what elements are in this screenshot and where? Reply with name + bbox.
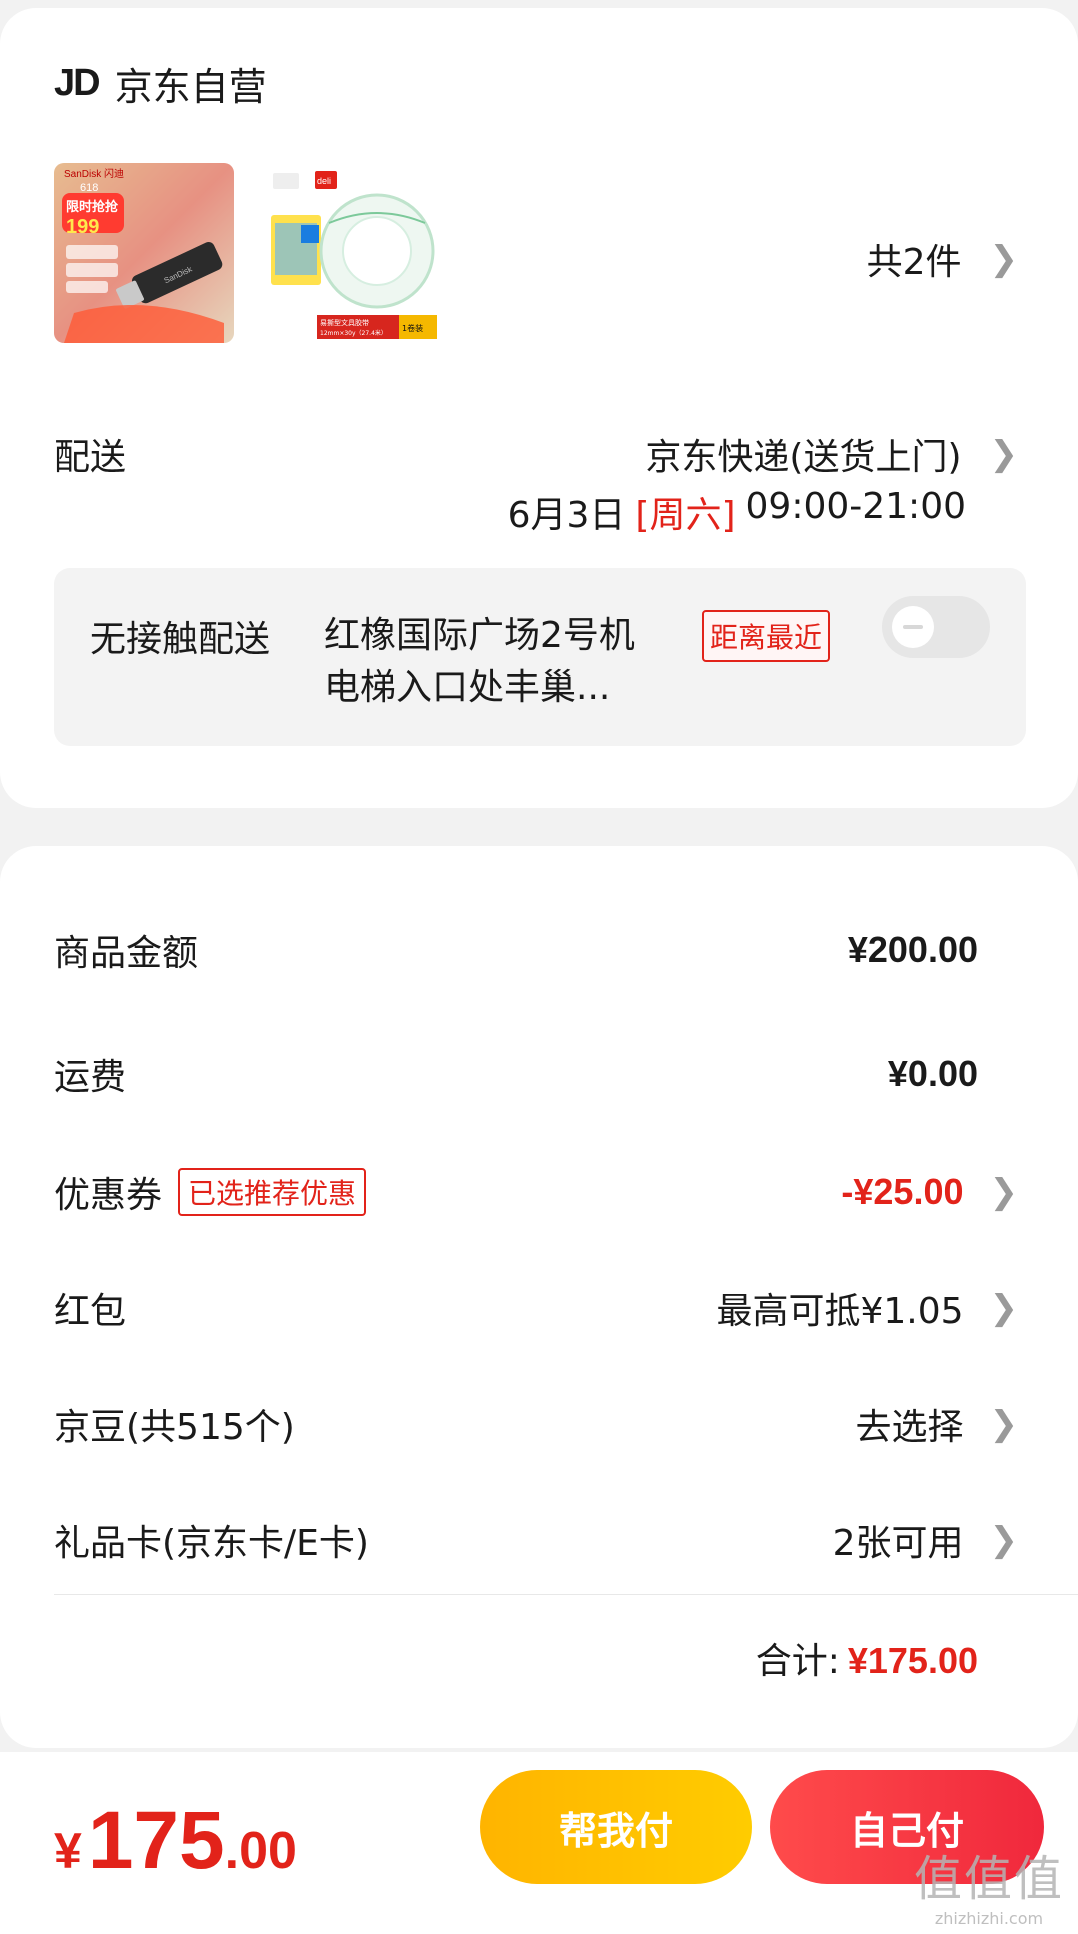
- toggle-knob: [892, 606, 934, 648]
- brand-text: SanDisk 闪迪: [64, 167, 124, 180]
- chevron-right-icon: ❯: [989, 1172, 1019, 1212]
- coupon-value: -¥25.00: [841, 1171, 964, 1212]
- pay-currency: ¥: [54, 1823, 82, 1879]
- pay-amount: ¥ 175 .00: [54, 1794, 297, 1888]
- tape-image: deli 易撕型文具胶带 12mm×30y（27.4米） 1卷装: [265, 163, 445, 343]
- gift-card-row[interactable]: 礼品卡(京东卡/E卡) 2张可用 ❯: [54, 1514, 1018, 1566]
- shipping-value: ¥0.00: [887, 1053, 978, 1094]
- total-value: ¥175.00: [847, 1640, 978, 1681]
- delivery-weekday: [周六]: [635, 495, 736, 536]
- nearest-badge: 距离最近: [702, 610, 831, 662]
- price-summary-card: 商品金额 ¥200.00 运费 ¥0.00 优惠券 已选推荐优惠 -¥25.00…: [0, 846, 1078, 1748]
- coupon-row[interactable]: 优惠券 已选推荐优惠 -¥25.00 ❯: [54, 1166, 1018, 1218]
- pay-amount-decimal: .00: [224, 1822, 297, 1880]
- gift-card-value: 2张可用: [832, 1523, 964, 1564]
- goods-amount-value: ¥200.00: [847, 929, 978, 970]
- no-contact-toggle[interactable]: [882, 596, 990, 658]
- shop-name: 京东自营: [114, 65, 267, 109]
- tape-size: 12mm×30y（27.4米）: [320, 329, 387, 337]
- delivery-label: 配送: [54, 437, 127, 478]
- chevron-right-icon: ❯: [989, 434, 1019, 474]
- tape-caption: 易撕型文具胶带: [320, 318, 369, 327]
- no-contact-address[interactable]: 红橡国际广场2号机电梯入口处丰巢...: [324, 610, 664, 714]
- coupon-label: 优惠券: [54, 1175, 163, 1216]
- watermark: 值值值 zhizhizhi.com: [914, 1839, 1064, 1928]
- watermark-sub: zhizhizhi.com: [934, 1909, 1044, 1928]
- total-row: 合计: ¥175.00: [756, 1632, 978, 1684]
- coupon-tag: 已选推荐优惠: [178, 1168, 367, 1216]
- deli-logo: deli: [317, 176, 331, 186]
- goods-amount-row: 商品金额 ¥200.00: [54, 924, 1018, 976]
- total-label: 合计:: [755, 1641, 840, 1682]
- product-thumbnail-tape[interactable]: deli 易撕型文具胶带 12mm×30y（27.4米） 1卷装: [265, 163, 445, 343]
- promo-top-text: 618: [80, 182, 98, 194]
- chevron-right-icon: ❯: [989, 1404, 1019, 1444]
- chevron-right-icon: ❯: [989, 1520, 1019, 1560]
- watermark-main: 值值值: [913, 1851, 1064, 1907]
- shipping-row: 运费 ¥0.00: [54, 1048, 1018, 1100]
- delivery-timeslot: 09:00-21:00: [745, 486, 966, 527]
- delivery-date: 6月3日: [507, 495, 626, 536]
- shipping-label: 运费: [54, 1057, 127, 1098]
- item-count: 共2件: [866, 242, 962, 283]
- delivery-time[interactable]: 6月3日 [周六] 09:00-21:00: [508, 486, 966, 538]
- delivery-method: 京东快递(送货上门): [645, 437, 962, 478]
- red-packet-value: 最高可抵¥1.05: [716, 1291, 964, 1332]
- jd-logo: JD: [54, 62, 101, 104]
- checkout-bar: ¥ 175 .00 帮我付 自己付 值值值 zhizhizhi.com: [0, 1752, 1078, 1934]
- shop-title[interactable]: JD 京东自营: [54, 56, 267, 111]
- tape-pack: 1卷装: [402, 323, 423, 333]
- red-packet-row[interactable]: 红包 最高可抵¥1.05 ❯: [54, 1282, 1018, 1334]
- jd-beans-label: 京豆(共515个): [54, 1407, 295, 1448]
- product-thumbnail-usb[interactable]: SanDisk 闪迪 618 限时抢抢 199 SanDisk: [54, 163, 234, 343]
- chevron-right-icon: ❯: [989, 239, 1019, 279]
- chevron-right-icon: ❯: [989, 1288, 1019, 1328]
- divider: [54, 1594, 1078, 1595]
- item-count-row[interactable]: 共2件 ❯: [867, 233, 1018, 285]
- goods-amount-label: 商品金额: [54, 933, 199, 974]
- promo-main-text: 限时抢抢: [66, 199, 119, 215]
- shop-card: JD 京东自营 SanDisk 闪迪 618 限时抢抢 199 SanDisk …: [0, 8, 1078, 808]
- delivery-method-row[interactable]: 京东快递(送货上门) ❯: [645, 428, 1018, 480]
- red-packet-label: 红包: [54, 1291, 127, 1332]
- help-pay-button[interactable]: 帮我付: [480, 1770, 752, 1884]
- promo-price-text: 199: [66, 216, 99, 238]
- pay-amount-integer: 175: [87, 1795, 225, 1886]
- no-contact-delivery-box: 无接触配送 红橡国际广场2号机电梯入口处丰巢... 距离最近: [54, 568, 1026, 746]
- no-contact-label: 无接触配送: [90, 619, 271, 660]
- jd-beans-value: 去选择: [855, 1407, 964, 1448]
- jd-beans-row[interactable]: 京豆(共515个) 去选择 ❯: [54, 1398, 1018, 1450]
- gift-card-label: 礼品卡(京东卡/E卡): [54, 1523, 369, 1564]
- usb-drive-image: SanDisk 闪迪 618 限时抢抢 199 SanDisk: [54, 163, 234, 343]
